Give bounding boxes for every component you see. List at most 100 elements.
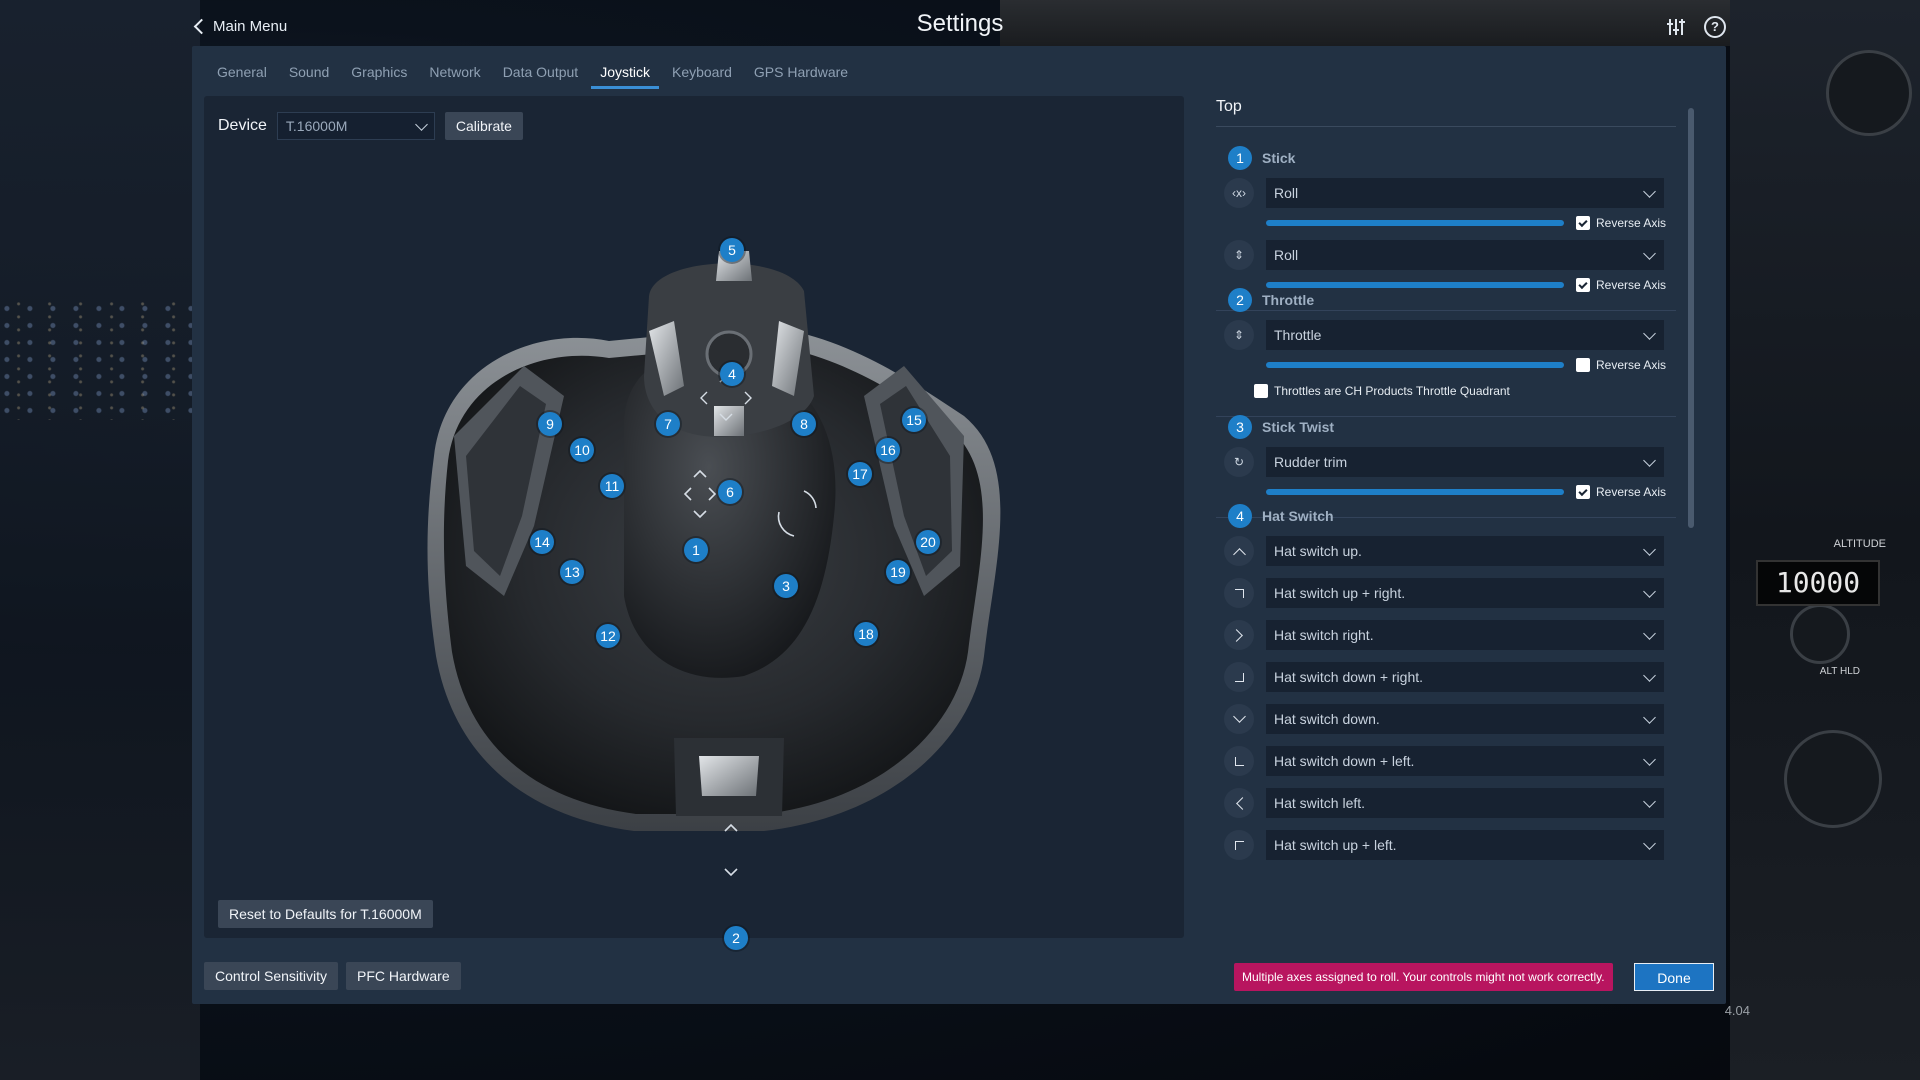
control-marker-20[interactable]: 20 — [916, 530, 940, 554]
altitude-label: ALTITUDE — [1833, 538, 1886, 550]
hat-row: Hat switch right. — [1216, 620, 1676, 650]
control-marker-9[interactable]: 9 — [538, 412, 562, 436]
control-marker-4[interactable]: 4 — [720, 362, 744, 386]
group-number-badge: 4 — [1228, 504, 1252, 528]
calibrate-button[interactable]: Calibrate — [444, 112, 523, 140]
control-marker-10[interactable]: 10 — [570, 438, 594, 462]
throttle-quadrant-row: Throttles are CH Products Throttle Quadr… — [1254, 380, 1676, 402]
axis-assignment-value: Rudder trim — [1274, 454, 1348, 470]
chevron-down-icon — [1643, 584, 1656, 598]
reverse-axis-checkbox[interactable] — [1576, 485, 1590, 499]
control-marker-3[interactable]: 3 — [774, 574, 798, 598]
tab-keyboard[interactable]: Keyboard — [661, 56, 743, 89]
axis-assignment-select[interactable]: Rudder trim — [1266, 447, 1664, 477]
hat-assignment-select[interactable]: Hat switch up + left. — [1266, 830, 1664, 860]
control-marker-8[interactable]: 8 — [792, 412, 816, 436]
tab-data-output[interactable]: Data Output — [492, 56, 590, 89]
reverse-axis-checkbox[interactable] — [1576, 358, 1590, 372]
control-marker-5[interactable]: 5 — [720, 238, 744, 262]
tab-gps-hardware[interactable]: GPS Hardware — [743, 56, 859, 89]
tab-graphics[interactable]: Graphics — [340, 56, 418, 89]
group-throttle: 2 Throttle ⇕ Throttle Reverse Axis Throttles … — [1216, 286, 1676, 417]
chevron-down-icon — [1643, 710, 1656, 724]
axis-assignment-select[interactable]: Throttle — [1266, 320, 1664, 350]
control-marker-6[interactable]: 6 — [718, 480, 742, 504]
hat-left-icon — [1224, 788, 1254, 818]
chevron-down-icon — [1643, 453, 1656, 467]
control-marker-12[interactable]: 12 — [596, 624, 620, 648]
axis-level-row: Reverse Axis — [1216, 481, 1676, 503]
control-marker-11[interactable]: 11 — [600, 474, 624, 498]
hat-assignment-value: Hat switch down + right. — [1274, 669, 1424, 685]
control-marker-2[interactable]: 2 — [724, 926, 748, 950]
version-label: 4.04 — [1724, 1003, 1750, 1018]
warning-banner: Multiple axes assigned to roll. Your con… — [1234, 963, 1613, 991]
chevron-down-icon — [1643, 668, 1656, 682]
hat-row: Hat switch up + left. — [1216, 830, 1676, 860]
control-marker-19[interactable]: 19 — [886, 560, 910, 584]
control-marker-13[interactable]: 13 — [560, 560, 584, 584]
reverse-axis-checkbox[interactable] — [1576, 216, 1590, 230]
tab-network[interactable]: Network — [418, 56, 491, 89]
page-title: Settings — [916, 10, 1004, 37]
hat-assignment-select[interactable]: Hat switch left. — [1266, 788, 1664, 818]
hat-assignment-select[interactable]: Hat switch up + right. — [1266, 578, 1664, 608]
control-marker-1[interactable]: 1 — [684, 538, 708, 562]
chevron-down-icon — [1643, 626, 1656, 640]
sliders-icon[interactable] — [1666, 17, 1686, 37]
hat-assignment-select[interactable]: Hat switch down. — [1266, 704, 1664, 734]
tab-sound[interactable]: Sound — [278, 56, 340, 89]
control-marker-16[interactable]: 16 — [876, 438, 900, 462]
group-number-badge: 3 — [1228, 415, 1252, 439]
axis-row: ⇕ Throttle — [1216, 320, 1676, 350]
group-title: Hat Switch — [1262, 508, 1334, 524]
altitude-display: 10000 — [1756, 560, 1880, 606]
panel-scrollbar[interactable] — [1688, 108, 1694, 528]
hat-assignment-select[interactable]: Hat switch down + left. — [1266, 746, 1664, 776]
axis-assignment-value: Roll — [1274, 185, 1299, 201]
joystick-image — [427, 251, 1001, 877]
chevron-down-icon — [415, 117, 428, 131]
axis-assignment-select[interactable]: Roll — [1266, 178, 1664, 208]
control-sensitivity-button[interactable]: Control Sensitivity — [204, 962, 339, 990]
tab-joystick[interactable]: Joystick — [589, 56, 661, 89]
control-marker-15[interactable]: 15 — [902, 408, 926, 432]
axis-level-row: Reverse Axis — [1216, 212, 1676, 234]
help-icon[interactable]: ? — [1704, 16, 1726, 38]
chevron-down-icon — [1643, 836, 1656, 850]
control-marker-17[interactable]: 17 — [848, 462, 872, 486]
reverse-axis-label: Reverse Axis — [1596, 358, 1667, 372]
hat-assignment-select[interactable]: Hat switch up. — [1266, 536, 1664, 566]
hat-assignment-value: Hat switch left. — [1274, 795, 1366, 811]
group-hat-switch: 4 Hat Switch Hat switch up. Hat switch up +… — [1216, 502, 1676, 860]
hat-assignment-select[interactable]: Hat switch down + right. — [1266, 662, 1664, 692]
chevron-down-icon — [1643, 326, 1656, 340]
hat-row: Hat switch up + right. — [1216, 578, 1676, 608]
done-button[interactable]: Done — [1634, 963, 1714, 991]
control-marker-14[interactable]: 14 — [530, 530, 554, 554]
hat-assignment-value: Hat switch up + left. — [1274, 837, 1397, 853]
hat-assignment-value: Hat switch up + right. — [1274, 585, 1406, 601]
hat-row: Hat switch left. — [1216, 788, 1676, 818]
axis-row: ⇕ Roll — [1216, 240, 1676, 270]
axis-level-bar — [1266, 489, 1564, 495]
group-header: 4 Hat Switch — [1228, 502, 1676, 530]
header-icons: ? — [1666, 16, 1726, 38]
hat-row: Hat switch up. — [1216, 536, 1676, 566]
joystick-diagram-pane: 1 2 3 4 5 6 7 8 9 10 11 12 13 14 15 16 17 18 19 20 Device T… — [204, 96, 1184, 950]
axis-assignment-select[interactable]: Roll — [1266, 240, 1664, 270]
hat-assignment-select[interactable]: Hat switch right. — [1266, 620, 1664, 650]
device-select[interactable]: T.16000M — [276, 112, 435, 140]
control-marker-7[interactable]: 7 — [656, 412, 680, 436]
hat-right-icon — [1224, 620, 1254, 650]
pfc-hardware-button[interactable]: PFC Hardware — [346, 962, 461, 990]
axis-assignment-value: Throttle — [1274, 327, 1322, 343]
reset-defaults-button[interactable]: Reset to Defaults for T.16000M — [218, 900, 433, 928]
group-title: Stick — [1262, 150, 1296, 166]
section-divider — [1216, 126, 1676, 127]
bottom-left-buttons: Control Sensitivity PFC Hardware — [204, 962, 461, 990]
control-marker-18[interactable]: 18 — [854, 622, 878, 646]
tab-general[interactable]: General — [206, 56, 278, 89]
group-header: 2 Throttle — [1228, 286, 1676, 314]
ch-throttle-quadrant-checkbox[interactable] — [1254, 384, 1268, 398]
